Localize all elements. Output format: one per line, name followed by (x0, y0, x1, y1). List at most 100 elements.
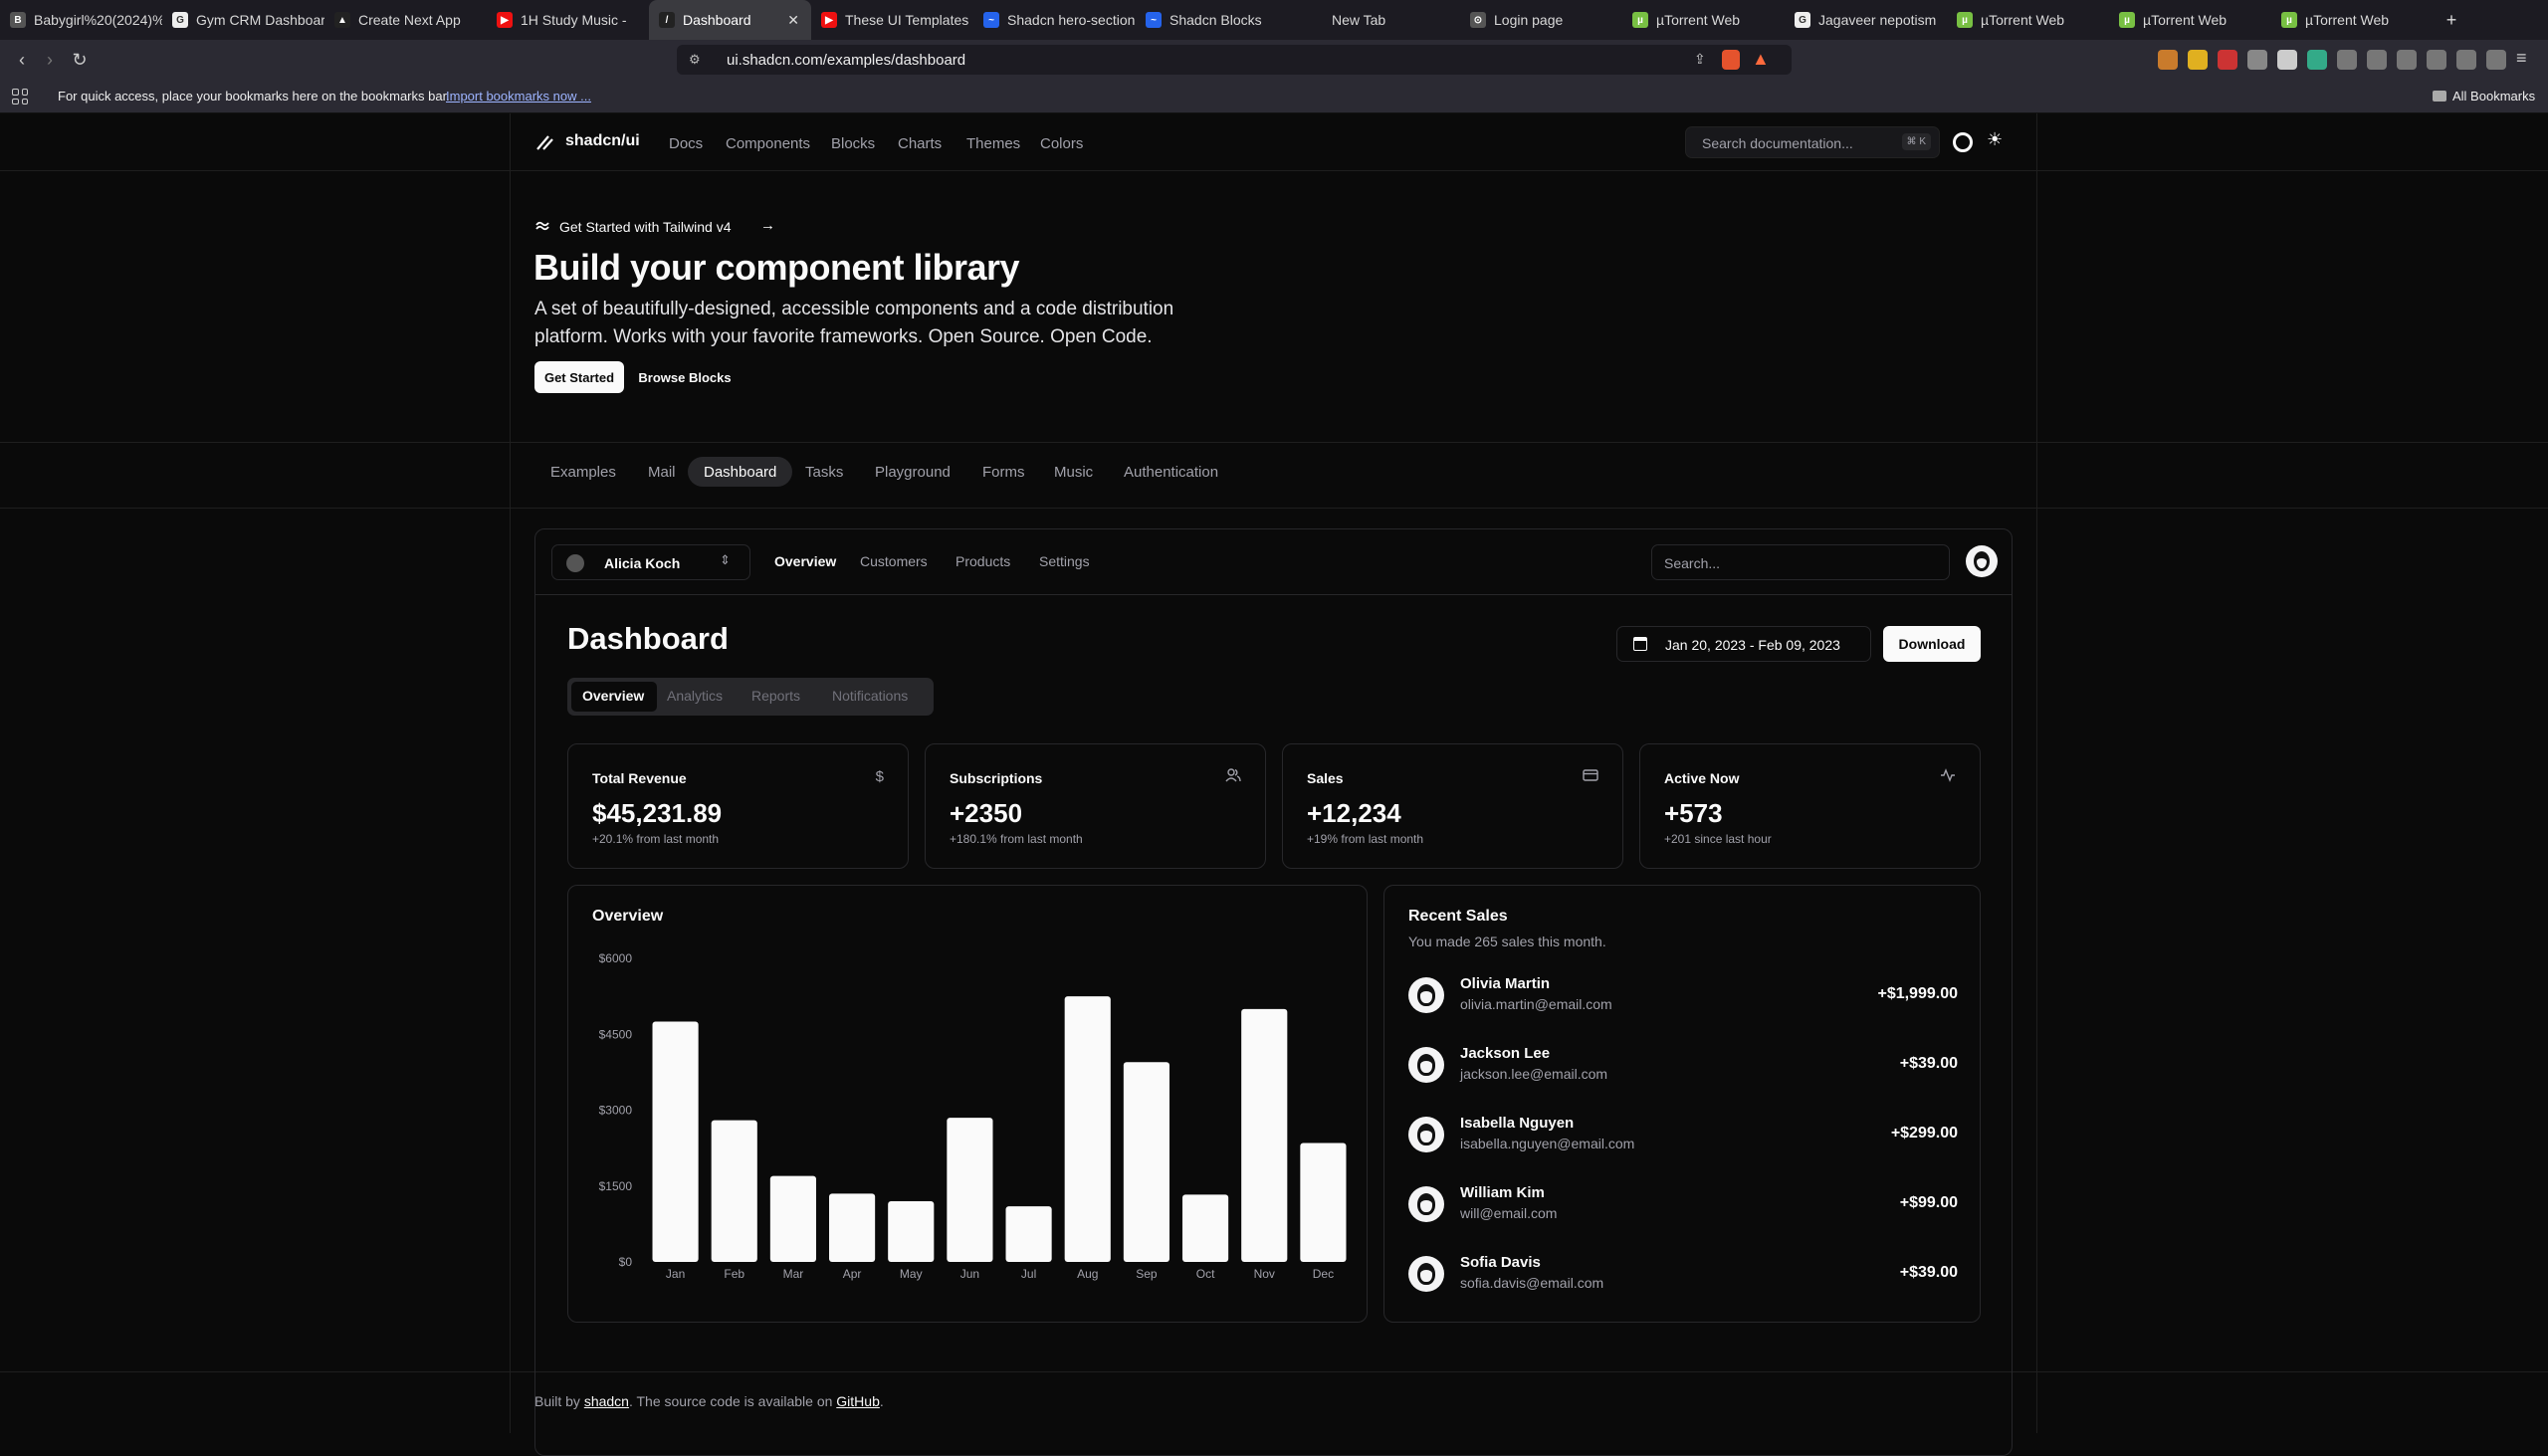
site-logo-text[interactable]: shadcn/ui (565, 132, 640, 150)
back-icon[interactable]: ‹ (8, 46, 36, 74)
close-tab-icon[interactable]: ✕ (787, 12, 799, 29)
extension-icon[interactable] (2277, 50, 2297, 70)
extension-icon[interactable] (2218, 50, 2237, 70)
browser-tab[interactable]: ~ Shadcn Blocks (1136, 0, 1298, 40)
nav-components[interactable]: Components (726, 135, 810, 152)
site-info-icon[interactable]: ⚙ (689, 52, 701, 68)
footer-author-link[interactable]: shadcn (584, 1393, 629, 1409)
dash-nav-products[interactable]: Products (956, 553, 1010, 569)
nav-charts[interactable]: Charts (898, 135, 942, 152)
browser-tab[interactable]: ~ Shadcn hero-section (973, 0, 1136, 40)
browser-tab[interactable]: µ µTorrent Web (2109, 0, 2271, 40)
address-bar[interactable]: ⚙ ui.shadcn.com/examples/dashboard ⇪ ▲ (677, 45, 1792, 75)
extension-icon[interactable] (2307, 50, 2327, 70)
bar-may[interactable] (888, 1201, 935, 1262)
example-tab-forms[interactable]: Forms (966, 457, 1041, 487)
extension-icon[interactable] (2367, 50, 2387, 70)
example-tab-tasks[interactable]: Tasks (789, 457, 859, 487)
stat-title: Sales (1307, 770, 1344, 786)
extension-icon[interactable] (2397, 50, 2417, 70)
browser-tab[interactable]: µ µTorrent Web (1947, 0, 2109, 40)
browser-tab[interactable]: ▶ These UI Templates (811, 0, 973, 40)
tab-overview[interactable]: Overview (582, 688, 644, 704)
browser-tab[interactable]: ⊙ Login page (1460, 0, 1622, 40)
bar-jul[interactable] (1005, 1206, 1052, 1262)
dash-nav-settings[interactable]: Settings (1039, 553, 1090, 569)
example-tab-music[interactable]: Music (1038, 457, 1109, 487)
tab-title: Jagaveer nepotism (1818, 12, 1937, 28)
bar-jun[interactable] (947, 1118, 993, 1262)
share-icon[interactable]: ⇪ (1694, 51, 1706, 68)
extension-icon[interactable] (2188, 50, 2208, 70)
recent-sales-subtitle: You made 265 sales this month. (1408, 934, 1606, 949)
browser-tab[interactable]: µ µTorrent Web (1622, 0, 1785, 40)
browse-blocks-button[interactable]: Browse Blocks (635, 361, 735, 393)
browser-tab[interactable]: ▲ Create Next App (324, 0, 487, 40)
dashboard-search-input[interactable]: Search... (1651, 544, 1950, 580)
extension-icon[interactable] (2247, 50, 2267, 70)
bar-mar[interactable] (769, 1175, 816, 1262)
sidebar-icon[interactable] (2427, 50, 2446, 70)
browser-tab[interactable]: / Dashboard ✕ (649, 0, 811, 40)
example-tab-playground[interactable]: Playground (859, 457, 966, 487)
reload-icon[interactable]: ↻ (66, 46, 94, 74)
github-icon[interactable] (1953, 132, 1973, 152)
nav-themes[interactable]: Themes (966, 135, 1020, 152)
example-tab-dashboard[interactable]: Dashboard (688, 457, 793, 487)
bar-sep[interactable] (1123, 1062, 1169, 1262)
vpn-icon[interactable] (2486, 50, 2506, 70)
bar-apr[interactable] (829, 1193, 876, 1262)
bar-oct[interactable] (1182, 1194, 1229, 1262)
all-bookmarks[interactable]: All Bookmarks (2452, 89, 2535, 104)
forward-icon[interactable]: › (36, 46, 64, 74)
new-tab-button[interactable]: + (2434, 10, 2469, 31)
menu-icon[interactable]: ≡ (2516, 48, 2527, 69)
user-avatar[interactable] (1966, 545, 1998, 577)
grid-line (2036, 113, 2037, 1433)
import-bookmarks-link[interactable]: Import bookmarks now ... (446, 89, 591, 104)
bar-feb[interactable] (711, 1120, 757, 1262)
download-button[interactable]: Download (1883, 626, 1981, 662)
bar-jan[interactable] (652, 1021, 699, 1262)
browser-tab[interactable]: ▶ 1H Study Music - (487, 0, 649, 40)
sale-amount: +$1,999.00 (1877, 985, 1958, 1002)
extension-icon[interactable] (2337, 50, 2357, 70)
nav-docs[interactable]: Docs (669, 135, 703, 152)
bar-nov[interactable] (1241, 1008, 1288, 1262)
announcement-link[interactable]: Get Started with Tailwind v4 (559, 219, 732, 235)
arrow-right-icon[interactable]: → (760, 217, 775, 234)
browser-tab[interactable]: G Jagaveer nepotism (1785, 0, 1947, 40)
get-started-button[interactable]: Get Started (534, 361, 624, 393)
browser-tab[interactable]: G Gym CRM Dashboard (162, 0, 324, 40)
example-tab-examples[interactable]: Examples (534, 457, 632, 487)
nav-blocks[interactable]: Blocks (831, 135, 875, 152)
browser-tab[interactable]: µ µTorrent Web (2271, 0, 2434, 40)
brave-shields-icon[interactable] (1722, 50, 1740, 70)
doc-search-input[interactable]: Search documentation... ⌘ K (1685, 126, 1940, 158)
tab-analytics[interactable]: Analytics (667, 688, 723, 704)
browser-tab[interactable]: New Tab (1298, 0, 1460, 40)
overview-card: Overview $0 $1500 $3000 $4500 $6000 Jan Feb Mar… (567, 885, 1368, 1323)
apps-grid-icon[interactable] (12, 89, 28, 104)
theme-toggle-icon[interactable]: ☀ (1987, 129, 2003, 150)
date-range-picker[interactable]: Jan 20, 2023 - Feb 09, 2023 (1616, 626, 1871, 662)
bar-dec[interactable] (1300, 1143, 1347, 1262)
stat-card-sales: Sales +12,234 +19% from last month (1282, 743, 1623, 869)
shadcn-logo-icon[interactable] (534, 133, 554, 151)
example-tab-authentication[interactable]: Authentication (1108, 457, 1234, 487)
tab-reports[interactable]: Reports (751, 688, 800, 704)
nav-colors[interactable]: Colors (1040, 135, 1083, 152)
example-tab-mail[interactable]: Mail (632, 457, 692, 487)
footer-github-link[interactable]: GitHub (836, 1393, 880, 1409)
bar-aug[interactable] (1064, 996, 1111, 1262)
tab-notifications[interactable]: Notifications (832, 688, 908, 704)
extension-icon[interactable] (2158, 50, 2178, 70)
tab-favicon-icon: ▶ (497, 12, 513, 28)
dash-nav-overview[interactable]: Overview (774, 553, 836, 569)
x-tick-label: Jul (1021, 1267, 1036, 1281)
wallet-icon[interactable] (2456, 50, 2476, 70)
dash-nav-customers[interactable]: Customers (860, 553, 928, 569)
team-switcher[interactable]: Alicia Koch ⇕ (551, 544, 750, 580)
brave-rewards-icon[interactable]: ▲ (1752, 49, 1770, 70)
browser-tab[interactable]: B Babygirl%20(2024)% (0, 0, 162, 40)
